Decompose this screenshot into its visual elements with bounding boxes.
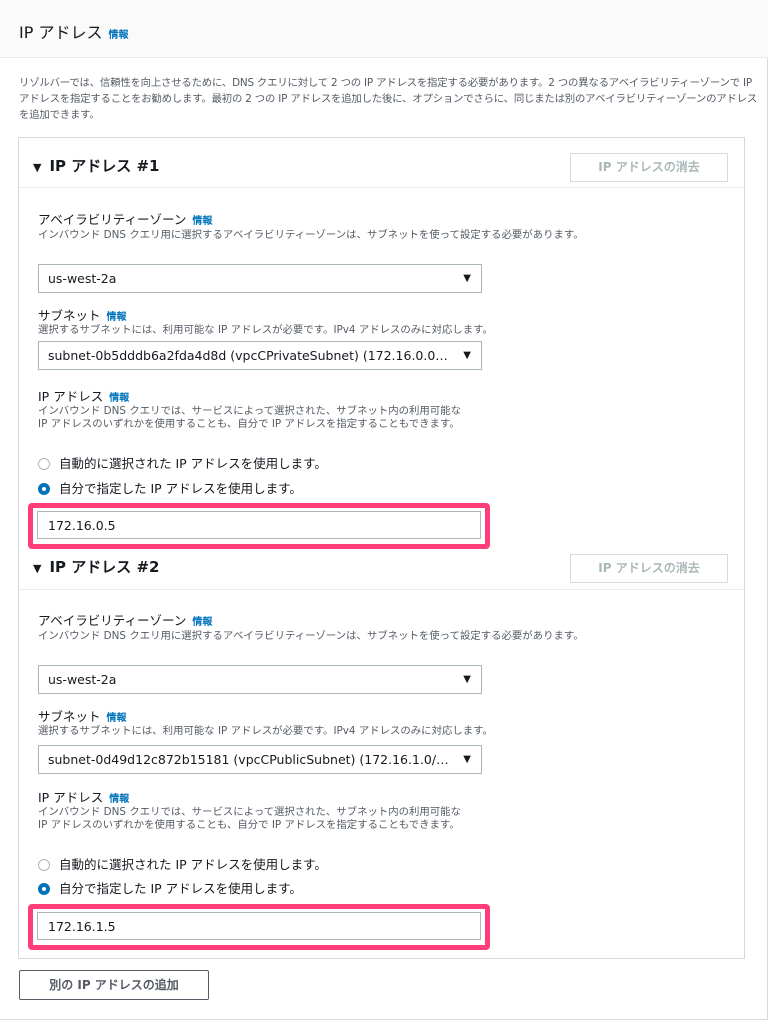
az-2-label-text: アベイラビリティーゾーン bbox=[38, 613, 187, 628]
ip-2-hint: インバウンド DNS クエリでは、サービスによって選択された、サブネット内の利用… bbox=[38, 806, 461, 831]
ip-1-auto-radio-label: 自動的に選択された IP アドレスを使用します。 bbox=[59, 456, 327, 471]
ip-2-manual-radio-label: 自分で指定した IP アドレスを使用します。 bbox=[59, 881, 302, 896]
caret-down-icon: ▼ bbox=[33, 161, 42, 174]
subnet-1-info-link[interactable]: 情報 bbox=[107, 312, 127, 323]
radio-unchecked-icon bbox=[38, 458, 50, 470]
ip-1-hint: インバウンド DNS クエリでは、サービスによって選択された、サブネット内の利用… bbox=[38, 405, 461, 430]
dropdown-arrow-icon: ▼ bbox=[463, 273, 471, 284]
subnet-2-select[interactable]: subnet-0d49d12c872b15181 (vpcCPublicSubn… bbox=[38, 745, 482, 774]
ip-1-label: IP アドレス 情報 bbox=[38, 386, 129, 405]
az-2-select[interactable]: us-west-2a ▼ bbox=[38, 665, 482, 694]
ip-section-1-toggle[interactable]: ▼ IP アドレス #1 bbox=[33, 155, 160, 176]
az-1-info-link[interactable]: 情報 bbox=[192, 216, 212, 227]
dropdown-arrow-icon: ▼ bbox=[463, 350, 471, 361]
subnet-1-label-text: サブネット bbox=[38, 308, 101, 323]
subnet-2-label-text: サブネット bbox=[38, 709, 101, 724]
caret-down-icon: ▼ bbox=[33, 562, 42, 575]
radio-checked-icon bbox=[38, 483, 50, 495]
az-1-label: アベイラビリティーゾーン 情報 bbox=[38, 209, 212, 228]
az-1-hint: インバウンド DNS クエリ用に選択するアベイラビリティーゾーンは、サブネットを… bbox=[38, 229, 584, 241]
ip-1-input[interactable] bbox=[37, 511, 481, 539]
ip-2-info-link[interactable]: 情報 bbox=[109, 794, 129, 805]
ip-section-2-toggle[interactable]: ▼ IP アドレス #2 bbox=[33, 556, 160, 577]
ip-2-manual-radio[interactable]: 自分で指定した IP アドレスを使用します。 bbox=[38, 880, 302, 898]
subnet-2-label: サブネット 情報 bbox=[38, 706, 127, 725]
header-info-link[interactable]: 情報 bbox=[108, 30, 128, 41]
ip-2-input[interactable] bbox=[37, 912, 481, 940]
az-1-select-value: us-west-2a bbox=[48, 271, 117, 286]
ip-2-label-text: IP アドレス bbox=[38, 790, 104, 805]
subnet-2-select-value: subnet-0d49d12c872b15181 (vpcCPublicSubn… bbox=[48, 752, 457, 767]
az-1-label-text: アベイラビリティーゾーン bbox=[38, 212, 187, 227]
dropdown-arrow-icon: ▼ bbox=[463, 754, 471, 765]
subnet-2-hint: 選択するサブネットには、利用可能な IP アドレスが必要です。IPv4 アドレス… bbox=[38, 725, 493, 737]
ip-section-1-title: IP アドレス #1 bbox=[49, 157, 160, 175]
subnet-1-select[interactable]: subnet-0b5dddb6a2fda4d8d (vpcCPrivateSub… bbox=[38, 341, 482, 370]
page-title-text: IP アドレス bbox=[19, 23, 103, 42]
ip-1-manual-radio-label: 自分で指定した IP アドレスを使用します。 bbox=[59, 481, 302, 496]
section-2-divider bbox=[19, 589, 744, 590]
ip-2-label: IP アドレス 情報 bbox=[38, 787, 129, 806]
az-2-select-value: us-west-2a bbox=[48, 672, 117, 687]
subnet-1-select-value: subnet-0b5dddb6a2fda4d8d (vpcCPrivateSub… bbox=[48, 348, 461, 363]
ip-2-auto-radio[interactable]: 自動的に選択された IP アドレスを使用します。 bbox=[38, 856, 327, 874]
subnet-2-info-link[interactable]: 情報 bbox=[107, 713, 127, 724]
ip-2-auto-radio-label: 自動的に選択された IP アドレスを使用します。 bbox=[59, 857, 327, 872]
ip-section-2-title: IP アドレス #2 bbox=[49, 558, 160, 576]
dropdown-arrow-icon: ▼ bbox=[463, 674, 471, 685]
radio-checked-icon bbox=[38, 883, 50, 895]
radio-unchecked-icon bbox=[38, 859, 50, 871]
ip-1-manual-radio[interactable]: 自分で指定した IP アドレスを使用します。 bbox=[38, 480, 302, 498]
section-1-divider bbox=[19, 187, 744, 188]
add-ip-address-button[interactable]: 別の IP アドレスの追加 bbox=[19, 970, 209, 1000]
page: IP アドレス 情報 リゾルバーでは、信頼性を向上させるために、DNS クエリに対… bbox=[0, 0, 768, 1025]
subnet-1-hint: 選択するサブネットには、利用可能な IP アドレスが必要です。IPv4 アドレス… bbox=[38, 324, 493, 336]
clear-ip-2-button[interactable]: IP アドレスの消去 bbox=[570, 554, 728, 583]
ip-1-label-text: IP アドレス bbox=[38, 389, 104, 404]
subnet-1-label: サブネット 情報 bbox=[38, 305, 127, 324]
ip-1-auto-radio[interactable]: 自動的に選択された IP アドレスを使用します。 bbox=[38, 455, 327, 473]
page-header: IP アドレス 情報 bbox=[0, 0, 768, 58]
ip-1-info-link[interactable]: 情報 bbox=[109, 393, 129, 404]
page-title: IP アドレス 情報 bbox=[19, 19, 128, 43]
az-2-info-link[interactable]: 情報 bbox=[192, 617, 212, 628]
az-2-hint: インバウンド DNS クエリ用に選択するアベイラビリティーゾーンは、サブネットを… bbox=[38, 630, 584, 642]
az-2-label: アベイラビリティーゾーン 情報 bbox=[38, 610, 212, 629]
az-1-select[interactable]: us-west-2a ▼ bbox=[38, 264, 482, 293]
section-description: リゾルバーでは、信頼性を向上させるために、DNS クエリに対して 2 つの IP… bbox=[19, 77, 758, 121]
clear-ip-1-button[interactable]: IP アドレスの消去 bbox=[570, 153, 728, 182]
